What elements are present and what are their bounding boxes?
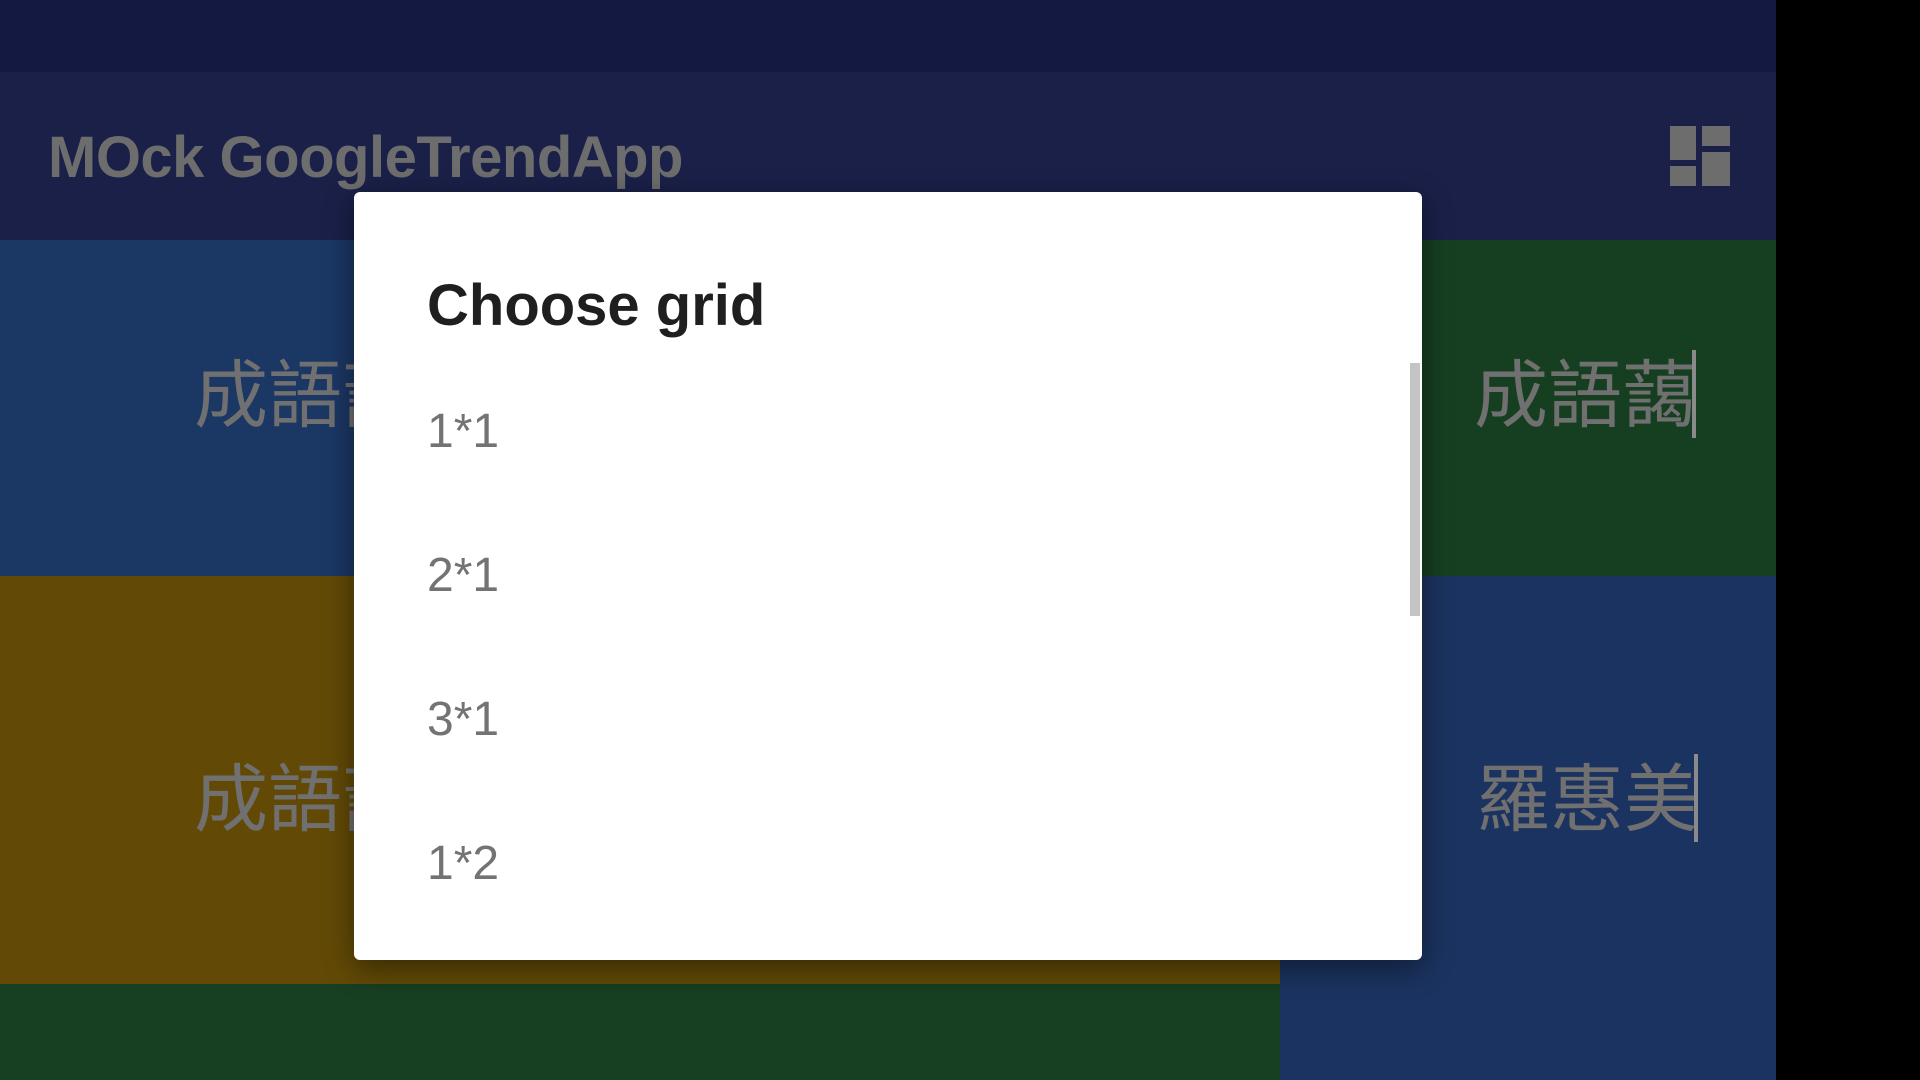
text-cursor	[1694, 754, 1698, 843]
app-screen: MOck GoogleTrendApp 成語藹 成語藹 成語藹 羅惠美 Choo…	[0, 0, 1776, 1080]
grid-option-1x1[interactable]: 1*1	[354, 360, 1422, 504]
grid-option-label: 2*1	[427, 549, 500, 602]
grid-option-3x1[interactable]: 3*1	[354, 648, 1422, 792]
grid-option-label: 3*1	[427, 693, 500, 746]
text-cursor	[1692, 350, 1696, 439]
dialog-scrollbar[interactable]	[1410, 363, 1420, 616]
app-title: MOck GoogleTrendApp	[48, 125, 684, 190]
navigation-bar	[1776, 0, 1920, 1080]
grid-option-label: 1*1	[427, 405, 500, 458]
grid-option-label: 1*2	[427, 837, 500, 890]
dashboard-icon	[1670, 126, 1730, 186]
dialog-title: Choose grid	[427, 273, 766, 338]
trend-tile-label: 成語藹	[1474, 353, 1696, 439]
choose-grid-dialog: Choose grid 1*1 2*1 3*1 1*2	[354, 192, 1422, 960]
trend-tile-text: 成語藹	[1474, 336, 1696, 444]
choose-grid-button[interactable]	[1670, 126, 1730, 186]
trend-tile[interactable]	[0, 984, 1280, 1080]
trend-tile-text: 羅惠美	[1476, 740, 1698, 848]
status-bar	[0, 0, 1776, 72]
grid-option-1x2[interactable]: 1*2	[354, 792, 1422, 936]
trend-tile[interactable]: 成語藹	[1422, 240, 1776, 576]
grid-option-2x1[interactable]: 2*1	[354, 504, 1422, 648]
trend-tile-label: 羅惠美	[1476, 757, 1698, 843]
grid-option-list[interactable]: 1*1 2*1 3*1 1*2	[354, 360, 1422, 960]
